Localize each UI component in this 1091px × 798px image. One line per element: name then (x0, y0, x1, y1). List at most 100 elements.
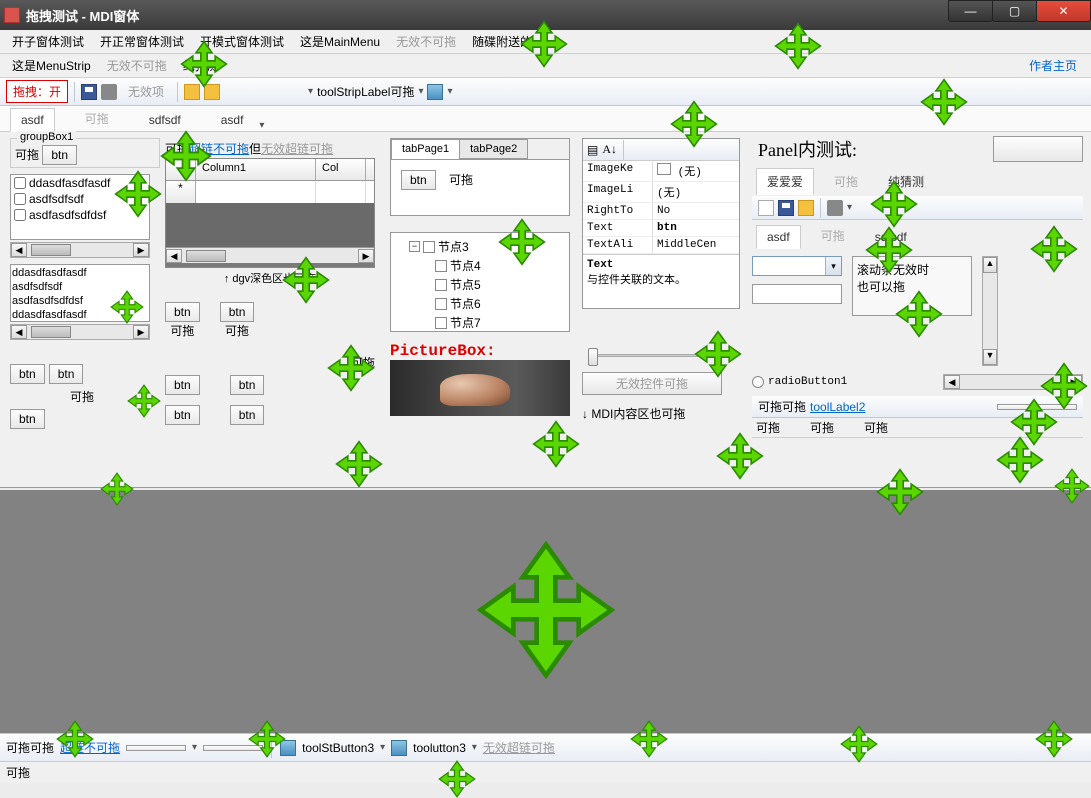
check-item-2[interactable] (14, 193, 26, 205)
pgrid-desc-title: Text (587, 259, 735, 271)
ptab2-1[interactable]: asdf (756, 225, 801, 249)
save-icon-2[interactable] (778, 200, 794, 216)
dgv-col1[interactable]: Column1 (196, 159, 316, 180)
btn-r1-2[interactable]: btn (220, 302, 255, 322)
print-icon[interactable] (101, 84, 117, 100)
bottom-toolstrip: 可拖可拖 超链不可拖 ▾ toolStButton3 ▾ toolutton3 … (0, 733, 1091, 761)
listbox-scrollbar[interactable]: ◀▶ (10, 324, 150, 340)
check-item-1[interactable] (14, 177, 26, 189)
image-icon[interactable] (427, 84, 443, 100)
check-item-3[interactable] (14, 209, 26, 221)
groupbox-label: 可拖 (15, 148, 39, 162)
tab-asdf2[interactable]: asdf (211, 109, 254, 131)
property-grid[interactable]: ▤ A↓ ImageKe (无) ImageLi(无) RightToNo Te… (582, 138, 740, 309)
radiobutton[interactable]: radioButton1 (752, 376, 847, 388)
panel-bot-btn[interactable] (997, 404, 1077, 410)
menu-child-form[interactable]: 开子窗体测试 (4, 30, 92, 53)
toolstrip-label: toolStripLabel可拖 (317, 83, 414, 100)
ptab2-3[interactable]: sdfsdf (865, 226, 917, 248)
pgrid-desc-body: 与控件关联的文本。 (587, 274, 686, 286)
btn-g2-1[interactable]: btn (165, 375, 200, 395)
bt-gray-link[interactable]: 无效超链可拖 (483, 739, 555, 756)
bt-btn2[interactable] (203, 745, 263, 751)
author-link[interactable]: 作者主页 (1029, 57, 1087, 74)
picturebox-label: PictureBox: (390, 342, 570, 360)
btn-r1-1[interactable]: btn (165, 302, 200, 322)
status-label: 可拖 (6, 764, 30, 781)
drag-toggle[interactable]: 拖拽：开 (6, 80, 68, 103)
open-icon[interactable] (184, 84, 200, 100)
datagridview[interactable]: Column1 Col * ◀▶ (165, 158, 375, 268)
menu-normal-form[interactable]: 开正常窗体测试 (92, 30, 192, 53)
checked-listbox[interactable]: ddasdfasdfasdf asdfsdfsdf asdfasdfsdfdsf (10, 174, 150, 240)
ptab-3[interactable]: 纯猜测 (878, 169, 934, 194)
menustrip-1[interactable]: 这是MenuStrip (4, 54, 99, 77)
categorized-icon[interactable]: ▤ (587, 143, 598, 157)
dgv-col2[interactable]: Col (316, 159, 366, 180)
save-icon[interactable] (81, 84, 97, 100)
btn-g2-4[interactable]: btn (230, 375, 265, 395)
after-label: 可拖 (165, 142, 189, 156)
clist-scrollbar[interactable]: ◀▶ (10, 242, 150, 258)
tabpage1[interactable]: tabPage1 (391, 139, 460, 159)
menu-this-is[interactable]: 这是MainMenu (292, 30, 388, 53)
vscrollbar[interactable]: ▲▼ (982, 256, 998, 366)
paste-icon[interactable] (204, 84, 220, 100)
bt-b4[interactable]: toolutton3 (413, 741, 466, 755)
dropdown-arrow[interactable]: ▾ (308, 86, 313, 97)
bt-link[interactable]: 超链不可拖 (60, 739, 120, 756)
maximize-button[interactable]: ▢ (992, 0, 1037, 22)
listbox[interactable]: ddasdfasdfasdf asdfsdfsdf asdfasdfsdfdsf… (10, 264, 150, 322)
combobox[interactable]: ▾ (752, 256, 842, 276)
bt-b3[interactable]: toolStButton3 (302, 741, 374, 755)
print-icon-2[interactable] (827, 200, 843, 216)
btn-g2-2[interactable]: btn (165, 405, 200, 425)
window-title: 拖拽测试 - MDI窗体 (26, 6, 139, 25)
treeview[interactable]: −节点3 节点4 节点5 节点6 节点7 (390, 232, 570, 332)
menu-invalid[interactable]: 无效不可拖 (388, 30, 464, 53)
ptab2-2[interactable]: 可拖 (811, 223, 855, 248)
close-button[interactable]: ✕ (1036, 0, 1091, 22)
groupbox-btn[interactable]: btn (42, 145, 77, 165)
titlebar[interactable]: 拖拽测试 - MDI窗体 — ▢ ✕ (0, 0, 1091, 30)
alphabetical-icon[interactable]: A↓ (602, 142, 617, 157)
textbox[interactable] (752, 284, 842, 304)
image-icon-2[interactable] (280, 740, 296, 756)
btn-g1-3[interactable]: btn (10, 409, 45, 429)
hscrollbar[interactable]: ◀▶ (943, 374, 1083, 390)
invalid-item[interactable]: 无效项 (121, 80, 171, 103)
tab-drag[interactable]: 可拖 (75, 106, 119, 131)
menu-modal-form[interactable]: 开模式窗体测试 (192, 30, 292, 53)
btn-g2-5[interactable]: btn (230, 405, 265, 425)
tab-btn[interactable]: btn (401, 170, 436, 190)
image-icon-3[interactable] (391, 740, 407, 756)
tabpage2[interactable]: tabPage2 (459, 139, 528, 159)
new-icon[interactable] (758, 200, 774, 216)
mdi-client[interactable] (0, 490, 1091, 733)
trackbar[interactable] (582, 344, 732, 366)
disabled-link[interactable]: 无效超链可拖 (261, 142, 333, 156)
panel-bot-link[interactable]: toolLabel2 (810, 400, 865, 414)
picturebox (390, 360, 570, 416)
tabcontrol: tabPage1 tabPage2 btn 可拖 (390, 138, 570, 216)
menustrip-3[interactable]: 纯猜测 (175, 54, 227, 77)
scroll-note: 滚动条无效时 也可以拖 (852, 256, 972, 316)
btn-g1-1[interactable]: btn (10, 364, 45, 384)
menu-extra[interactable]: 随碟附送的 (464, 30, 540, 53)
statusbar: 可拖 (0, 761, 1091, 783)
hyperlink[interactable]: 超链不可拖 (189, 142, 249, 156)
disabled-button[interactable]: 无效控件可拖 (582, 372, 722, 395)
ptab-2[interactable]: 可拖 (824, 169, 868, 194)
btn-g1-2[interactable]: btn (49, 364, 84, 384)
content-area: groupBox1 可拖 btn ddasdfasdfasdf asdfsdfs… (0, 132, 1091, 488)
bt-label: 可拖可拖 (6, 739, 54, 756)
minimize-button[interactable]: — (948, 0, 993, 22)
panel-big-button[interactable] (993, 136, 1083, 162)
ptab-1[interactable]: 爱爱爱 (756, 168, 814, 195)
open-icon-2[interactable] (798, 200, 814, 216)
bt-btn1[interactable] (126, 745, 186, 751)
tab-sdfsdf[interactable]: sdfsdf (139, 109, 191, 131)
panel-title: Panel内测试: (752, 134, 863, 164)
menustrip-invalid[interactable]: 无效不可拖 (99, 54, 175, 77)
tab-asdf[interactable]: asdf (10, 108, 55, 132)
